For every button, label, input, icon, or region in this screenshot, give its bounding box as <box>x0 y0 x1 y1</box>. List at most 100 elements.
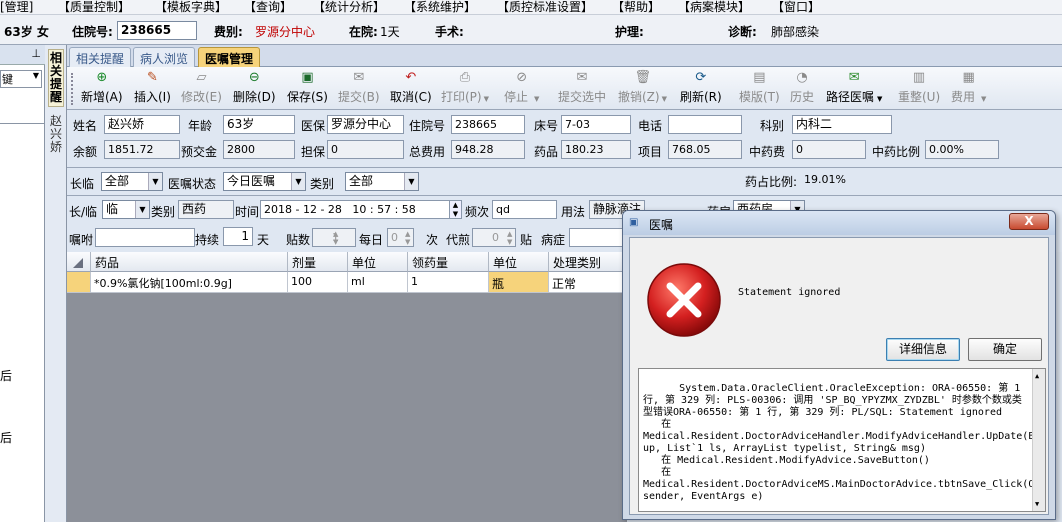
details-button[interactable]: 详细信息 <box>886 338 960 361</box>
submit-button[interactable]: ✉ 提交(B) <box>338 70 380 108</box>
menu-item-query[interactable]: 【查询】 <box>244 0 292 15</box>
order-category-field[interactable]: 西药 <box>178 200 234 219</box>
bed-field[interactable]: 7-03 <box>561 115 631 134</box>
fee-button-label: 费用 <box>951 90 976 104</box>
grid-row-header[interactable] <box>67 272 91 293</box>
print-button[interactable]: ⎙ 打印(P) ▼ <box>441 70 489 108</box>
category-filter-select[interactable]: 全部 ▼ <box>345 172 419 191</box>
grid-cell-drug[interactable]: *0.9%氯化钠[100ml:0.9g] <box>91 272 288 293</box>
left-pane-dropdown[interactable]: 键 ▼ <box>0 70 42 88</box>
error-details-textbox[interactable]: System.Data.OracleClient.OracleException… <box>638 368 1046 512</box>
grid-cell-dose[interactable]: 100 <box>288 272 348 293</box>
freq-field[interactable]: qd <box>492 200 557 219</box>
deposit-label: 预交金 <box>181 145 218 159</box>
category-value: 罗源分中心 <box>255 25 316 39</box>
grid-header-unit[interactable]: 单位 <box>348 252 408 272</box>
save-button[interactable]: ▣ 保存(S) <box>287 70 328 108</box>
refresh-button[interactable]: ⟳ 刷新(R) <box>680 70 722 108</box>
tab-patient-browse[interactable]: 病人浏览 <box>133 47 196 67</box>
close-button[interactable]: X <box>1009 213 1049 230</box>
total-fee-field[interactable]: 948.28 <box>451 140 525 159</box>
scroll-down-icon[interactable]: ▼ <box>1035 498 1039 510</box>
template-button[interactable]: ▤ 模版(T) <box>739 70 780 108</box>
grid-header-handling[interactable]: 处理类别 <box>549 252 627 272</box>
guarantee-field[interactable]: 0 <box>327 140 404 159</box>
menu-item-stats[interactable]: 【统计分析】 <box>313 0 385 15</box>
herb-ratio-field[interactable]: 0.00% <box>925 140 999 159</box>
pathway-order-button[interactable]: ✉ 路径医嘱 ▼ <box>826 70 882 108</box>
daily-spinner[interactable]: ▲ ▼ <box>405 230 410 246</box>
delete-button[interactable]: ⊖ 删除(D) <box>233 70 276 108</box>
insurance-field[interactable]: 罗源分中心 <box>327 115 404 134</box>
grid-cell-dispense-qty[interactable]: 1 <box>408 272 489 293</box>
vertical-tab-reminders[interactable]: 相关提醒 <box>48 49 64 107</box>
dialog-title-bar[interactable]: ▣ 医嘱 X <box>623 211 1055 235</box>
add-button[interactable]: ⊕ 新增(A) <box>81 70 123 108</box>
stop-button[interactable]: ⊘ 停止 ▼ <box>504 70 539 108</box>
grid-corner[interactable] <box>67 252 91 272</box>
edit-button[interactable]: ▱ 修改(E) <box>181 70 222 108</box>
grid-header-dispense-qty[interactable]: 领药量 <box>408 252 489 272</box>
menu-item-system[interactable]: 【系统维护】 <box>404 0 476 15</box>
drug-fee-field[interactable]: 180.23 <box>561 140 631 159</box>
phone-field[interactable] <box>668 115 742 134</box>
category-label: 费别: <box>214 25 243 39</box>
menu-item-window[interactable]: 【窗口】 <box>772 0 820 15</box>
insert-button[interactable]: ✎ 插入(I) <box>134 70 171 108</box>
order-time-field[interactable]: 2018 - 12 - 28 10 : 57 : 58 <box>260 200 455 219</box>
menu-item-template[interactable]: 【模板字典】 <box>155 0 227 15</box>
details-scrollbar[interactable]: ▲ ▼ <box>1032 369 1045 511</box>
history-button[interactable]: ◔ 历史 <box>790 70 814 108</box>
status-filter-select[interactable]: 今日医嘱 ▼ <box>223 172 306 191</box>
name-field[interactable]: 赵兴娇 <box>104 115 180 134</box>
revoke-button[interactable]: 🗑 撤销(Z) ▼ <box>618 70 667 108</box>
deposit-field[interactable]: 2800 <box>223 140 295 159</box>
left-pane-row[interactable]: 后 <box>0 429 12 446</box>
longtemp-filter-select[interactable]: 全部 ▼ <box>101 172 163 191</box>
packs-spinner[interactable]: ▲ ▼ <box>333 230 338 246</box>
ok-button[interactable]: 确定 <box>968 338 1042 361</box>
chevron-down-icon: ▼ <box>981 95 987 103</box>
age-field[interactable]: 63岁 <box>223 115 295 134</box>
menu-item-quality[interactable]: 【质量控制】 <box>58 0 130 15</box>
reorganize-button[interactable]: ▥ 重整(U) <box>898 70 940 108</box>
grid-cell-dispense-unit[interactable]: 瓶 <box>489 272 549 293</box>
menu-item-qc-standard[interactable]: 【质控标准设置】 <box>497 0 593 15</box>
grid-cell-unit[interactable]: ml <box>348 272 408 293</box>
surgery-label: 手术: <box>435 25 464 39</box>
menu-item-record[interactable]: 【病案模块】 <box>678 0 750 15</box>
instruction-field[interactable] <box>95 228 195 247</box>
herb-fee-field[interactable]: 0 <box>792 140 866 159</box>
order-longtemp-select[interactable]: 临 ▼ <box>102 200 150 219</box>
nursing-label: 护理: <box>615 25 644 39</box>
grid-header-drug[interactable]: 药品 <box>91 252 288 272</box>
submit-selected-button[interactable]: ✉ 提交选中 <box>558 70 606 108</box>
inpatient-no-input[interactable]: 238665 <box>117 21 197 40</box>
pin-icon[interactable]: ⊥ <box>31 47 41 60</box>
chevron-down-icon: ▼ <box>148 173 162 190</box>
status-filter-value: 今日医嘱 <box>227 174 276 188</box>
duration-field[interactable]: 1 <box>223 227 253 246</box>
grid-cell-handling[interactable]: 正常 <box>549 272 627 293</box>
time-spinner[interactable]: ▲ ▼ <box>449 200 462 219</box>
menu-bar: [管理] 【质量控制】 【模板字典】 【查询】 【统计分析】 【系统维护】 【质… <box>0 0 1062 15</box>
menu-item-manage[interactable]: [管理] <box>0 0 33 15</box>
item-fee-field[interactable]: 768.05 <box>668 140 742 159</box>
decoct-spinner[interactable]: ▲ ▼ <box>507 230 512 246</box>
tab-order-management[interactable]: 医嘱管理 <box>198 47 261 67</box>
menu-item-help[interactable]: 【帮助】 <box>612 0 660 15</box>
inpatient-no-field[interactable]: 238665 <box>451 115 525 134</box>
symptom-field[interactable] <box>569 228 629 247</box>
grid-header-dose[interactable]: 剂量 <box>288 252 348 272</box>
vertical-tab-patient[interactable]: 赵兴娇 <box>48 115 64 154</box>
dept-field[interactable]: 内科二 <box>792 115 892 134</box>
balance-field[interactable]: 1851.72 <box>104 140 180 159</box>
grid-header-dispense-unit[interactable]: 单位 <box>489 252 549 272</box>
scroll-up-icon[interactable]: ▲ <box>1035 370 1039 382</box>
left-pane-row[interactable]: 后 <box>0 367 12 384</box>
order-grid: 药品 剂量 单位 领药量 单位 处理类别 *0.9%氯化钠[100ml:0.9g… <box>67 252 627 522</box>
fee-button[interactable]: ▦ 费用 ▼ <box>951 70 986 108</box>
toolbar-grip <box>71 73 74 105</box>
tab-reminders[interactable]: 相关提醒 <box>69 47 132 67</box>
cancel-button[interactable]: ↶ 取消(C) <box>390 70 432 108</box>
